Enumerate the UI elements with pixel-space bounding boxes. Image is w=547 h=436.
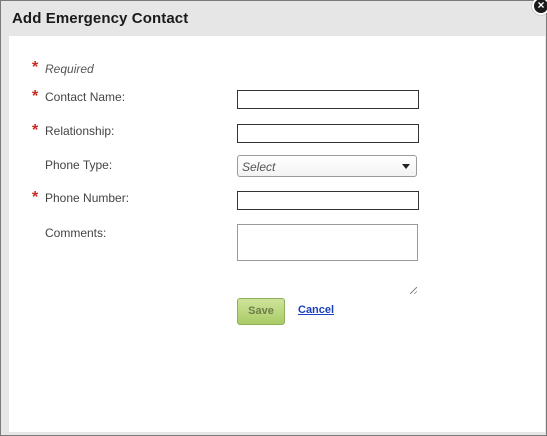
phone-type-selected-value: Select — [242, 160, 276, 174]
resize-grip-icon[interactable] — [410, 287, 417, 294]
required-marker: * — [32, 122, 39, 139]
dialog-body: * Required * Contact Name: * Relationshi… — [9, 36, 545, 432]
comments-textarea[interactable] — [237, 224, 418, 261]
close-button[interactable]: × — [532, 0, 547, 15]
save-button[interactable]: Save — [237, 298, 285, 325]
close-icon: × — [537, 0, 545, 12]
phone-number-input[interactable] — [237, 191, 419, 210]
comments-label: Comments: — [45, 226, 107, 240]
add-emergency-contact-dialog: Add Emergency Contact × * Required * Con… — [0, 0, 547, 436]
dialog-titlebar: Add Emergency Contact — [1, 1, 546, 36]
contact-name-input[interactable] — [237, 90, 419, 109]
contact-name-label: Contact Name: — [45, 90, 126, 104]
required-note: Required — [45, 62, 94, 76]
dialog-title: Add Emergency Contact — [12, 10, 189, 27]
relationship-label: Relationship: — [45, 124, 115, 138]
cancel-link[interactable]: Cancel — [298, 304, 334, 316]
required-marker: * — [32, 88, 39, 105]
required-marker: * — [32, 59, 39, 76]
relationship-input[interactable] — [237, 124, 419, 143]
phone-type-label: Phone Type: — [45, 158, 113, 172]
phone-number-label: Phone Number: — [45, 191, 130, 205]
phone-type-select[interactable]: Select — [237, 155, 417, 177]
chevron-down-icon — [402, 164, 410, 169]
required-marker: * — [32, 189, 39, 206]
